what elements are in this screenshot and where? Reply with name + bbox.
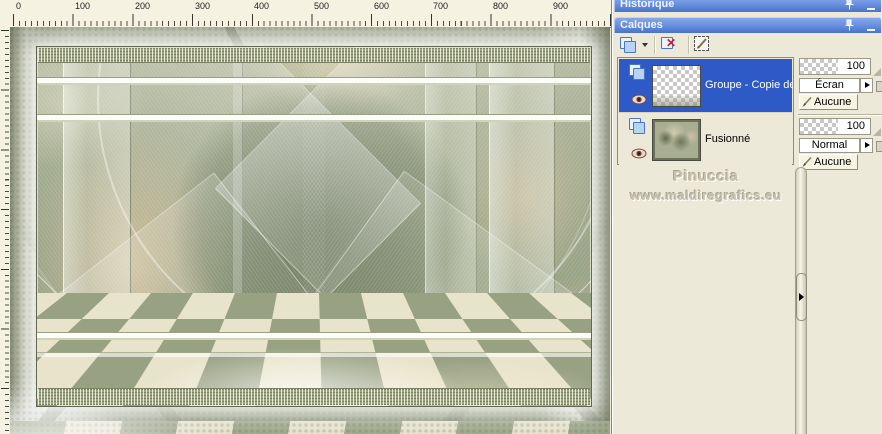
layers-panel-title: Calques bbox=[620, 19, 663, 31]
pin-icon[interactable] bbox=[844, 19, 855, 31]
arrow-right-icon bbox=[865, 142, 870, 148]
minimize-icon[interactable] bbox=[867, 0, 875, 10]
history-panel-titlebar[interactable]: Historique bbox=[614, 0, 881, 12]
arrow-right-icon bbox=[799, 293, 804, 301]
transparency-checker bbox=[800, 59, 838, 74]
layer-row[interactable]: Fusionné bbox=[619, 112, 792, 166]
ruler-label: 400 bbox=[254, 1, 270, 11]
watermark-line2: www.maldiregrafics.eu bbox=[630, 188, 782, 203]
pin-icon[interactable] bbox=[844, 0, 855, 10]
artwork-inner-frame bbox=[36, 46, 592, 407]
ruler-label: 300 bbox=[195, 1, 211, 11]
layer-thumbnail[interactable] bbox=[652, 119, 701, 161]
link-set-button-layer1[interactable]: Aucune bbox=[799, 94, 858, 110]
toolbar-separator bbox=[654, 36, 655, 54]
horizontal-ruler: 0 100 200 300 400 500 600 700 800 900 bbox=[10, 0, 612, 28]
artwork-woven-band-top bbox=[38, 48, 590, 63]
blend-mode-select-layer2[interactable]: Normal bbox=[799, 138, 860, 153]
thumbnail-content bbox=[653, 120, 700, 160]
ruler-label: 0 bbox=[16, 1, 22, 11]
layer-list: Groupe - Copie de Fu Fusionné bbox=[617, 57, 794, 166]
link-set-button-layer2[interactable]: Aucune bbox=[799, 154, 858, 170]
edit-selection-button[interactable] bbox=[694, 34, 718, 56]
artwork-white-stripe bbox=[37, 114, 591, 122]
opacity-value: 100 bbox=[846, 60, 865, 72]
ruler-major-ticks bbox=[13, 14, 612, 26]
ruler-label: 800 bbox=[493, 1, 509, 11]
layer-type-icon bbox=[629, 118, 645, 134]
toolbar-separator bbox=[688, 36, 689, 54]
blend-mode-value: Écran bbox=[815, 79, 844, 91]
artwork-white-stripe bbox=[37, 332, 591, 340]
opacity-value: 100 bbox=[846, 120, 865, 132]
delete-layer-button[interactable]: ✕ bbox=[660, 34, 684, 56]
blend-mode-value: Normal bbox=[811, 139, 848, 151]
layers-panel-titlebar[interactable]: Calques bbox=[614, 17, 881, 33]
edit-selection-icon bbox=[694, 36, 709, 51]
right-dock: Historique Calques ✕ Groupe - Copie de F… bbox=[611, 0, 882, 434]
minimize-icon[interactable] bbox=[867, 20, 875, 31]
new-layer-icon bbox=[620, 37, 636, 53]
canvas-image[interactable] bbox=[10, 27, 610, 434]
ruler-label: 600 bbox=[374, 1, 390, 11]
panel-splitter[interactable] bbox=[795, 167, 807, 434]
link-set-value: Aucune bbox=[814, 156, 852, 168]
ruler-label: 700 bbox=[433, 1, 449, 11]
blend-mode-arrow-button[interactable] bbox=[860, 138, 873, 153]
chevron-down-icon[interactable] bbox=[642, 43, 648, 47]
link-set-value: Aucune bbox=[814, 96, 852, 108]
layer-visibility-eye-icon[interactable] bbox=[631, 92, 647, 105]
delete-x-icon: ✕ bbox=[666, 36, 677, 50]
ruler-label: 200 bbox=[135, 1, 151, 11]
layers-toolbar: ✕ bbox=[614, 34, 881, 57]
ruler-label: 900 bbox=[553, 1, 569, 11]
layer-name: Fusionné bbox=[705, 133, 751, 145]
properties-separator bbox=[798, 114, 882, 116]
ruler-major-ticks bbox=[1, 30, 9, 434]
new-layer-button[interactable] bbox=[618, 34, 650, 56]
watermark-line1: Pinuccia bbox=[673, 168, 739, 185]
layer-thumbnail[interactable] bbox=[652, 65, 701, 107]
thumbnail-content bbox=[653, 96, 700, 106]
brush-icon bbox=[801, 96, 813, 108]
opacity-slider-handle[interactable] bbox=[873, 68, 881, 76]
opacity-field-layer2[interactable]: 100 bbox=[799, 118, 871, 135]
brush-icon bbox=[801, 156, 813, 168]
artwork-woven-band-bottom bbox=[38, 388, 590, 405]
ruler-label: 500 bbox=[314, 1, 330, 11]
ruler-label: 100 bbox=[75, 1, 91, 11]
artwork-white-stripe bbox=[37, 352, 591, 357]
blend-mode-arrow-button[interactable] bbox=[860, 78, 873, 93]
splitter-handle[interactable] bbox=[796, 273, 807, 321]
history-panel-title: Historique bbox=[620, 0, 675, 10]
opacity-field-layer1[interactable]: 100 bbox=[799, 58, 871, 75]
opacity-slider-handle[interactable] bbox=[873, 128, 881, 136]
layer-name: Groupe - Copie de Fu bbox=[705, 79, 793, 91]
artwork-white-stripe bbox=[37, 77, 591, 85]
layer-row-selected[interactable]: Groupe - Copie de Fu bbox=[619, 59, 793, 112]
layer-visibility-eye-icon[interactable] bbox=[631, 146, 647, 159]
transparency-checker bbox=[800, 119, 838, 134]
arrow-right-icon bbox=[865, 82, 870, 88]
layer-type-icon bbox=[629, 64, 645, 80]
blend-mode-select-layer1[interactable]: Écran bbox=[799, 78, 860, 93]
